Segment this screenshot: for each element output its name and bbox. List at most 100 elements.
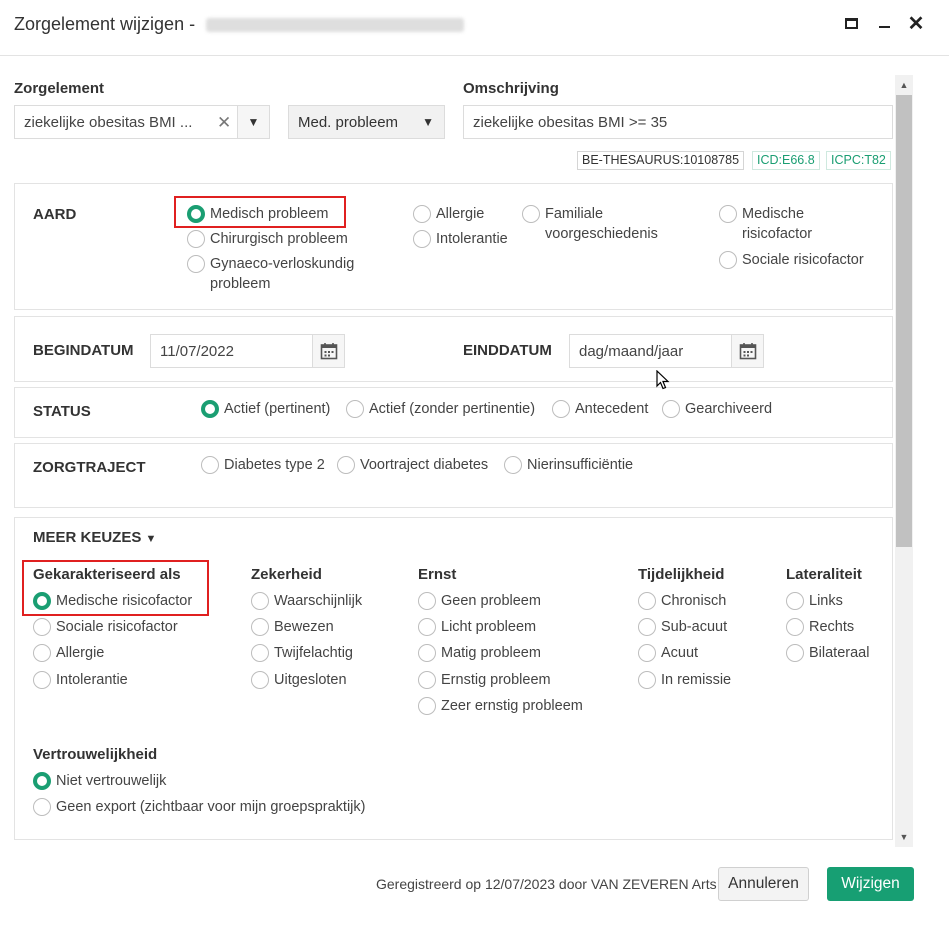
calendar-icon[interactable] <box>731 335 763 367</box>
radio-dot <box>786 592 804 610</box>
close-icon[interactable]: ✕ <box>906 14 926 34</box>
begindatum-value: 11/07/2022 <box>160 343 234 360</box>
zekerheid-title: Zekerheid <box>251 566 322 583</box>
radio-label: Acuut <box>661 645 699 661</box>
tijdelijkheid-title: Tijdelijkheid <box>638 566 725 583</box>
radio-waarschijnlijk[interactable]: Waarschijnlijk <box>251 591 362 611</box>
radio-kar-sociale-risicofactor[interactable]: Sociale risicofactor <box>33 617 178 637</box>
radio-ernstig-probleem[interactable]: Ernstig probleem <box>418 670 551 690</box>
radio-dot <box>504 456 522 474</box>
radio-bilateraal[interactable]: Bilateraal <box>786 643 869 663</box>
scroll-up-arrow-icon[interactable]: ▲ <box>895 77 913 93</box>
zorgelement-combobox[interactable]: ziekelijke obesitas BMI ... ✕ ▼ <box>14 105 270 139</box>
radio-label: Actief (pertinent) <box>224 401 331 417</box>
radio-matig-probleem[interactable]: Matig probleem <box>418 643 541 663</box>
radio-label: Antecedent <box>575 401 649 417</box>
radio-gynaeco-verloskundig[interactable]: Gynaeco-verloskundig probleem <box>187 254 367 294</box>
radio-actief-pertinent[interactable]: Actief (pertinent) <box>201 399 330 419</box>
submit-button[interactable]: Wijzigen <box>827 867 914 901</box>
radio-label: Gynaeco-verloskundig probleem <box>210 256 355 292</box>
radio-zeer-ernstig-probleem[interactable]: Zeer ernstig probleem <box>418 696 583 716</box>
radio-chronisch[interactable]: Chronisch <box>638 591 726 611</box>
radio-antecedent[interactable]: Antecedent <box>552 399 648 419</box>
highlight-box-medisch-probleem <box>174 196 346 228</box>
einddatum-placeholder: dag/maand/jaar <box>579 343 684 360</box>
redacted-patient-name <box>206 18 465 33</box>
scroll-down-arrow-icon[interactable]: ▼ <box>895 829 913 845</box>
begindatum-input[interactable]: 11/07/2022 <box>150 334 345 368</box>
radio-label: Allergie <box>436 206 485 222</box>
scrollbar-thumb[interactable] <box>896 95 912 547</box>
radio-dot <box>33 618 51 636</box>
radio-dot <box>418 697 436 715</box>
code-tag-icpc: ICPC:T82 <box>826 151 891 170</box>
maximize-icon[interactable] <box>841 14 861 34</box>
radio-label: Sociale risicofactor <box>742 252 864 268</box>
radio-geen-probleem[interactable]: Geen probleem <box>418 591 541 611</box>
radio-geen-export[interactable]: Geen export (zichtbaar voor mijn groepsp… <box>33 797 365 817</box>
zorgelement-value: ziekelijke obesitas BMI ... <box>24 114 193 131</box>
omschrijving-value: ziekelijke obesitas BMI >= 35 <box>473 114 668 131</box>
calendar-icon[interactable] <box>312 335 344 367</box>
radio-niet-vertrouwelijk[interactable]: Niet vertrouwelijk <box>33 771 166 791</box>
zorgelement-type-select[interactable]: Med. probleem ▼ <box>288 105 445 139</box>
einddatum-input[interactable]: dag/maand/jaar <box>569 334 764 368</box>
radio-dot <box>786 644 804 662</box>
radio-label: Geen probleem <box>441 593 541 609</box>
radio-intolerantie[interactable]: Intolerantie <box>413 229 508 249</box>
radio-label: Sub-acuut <box>661 619 728 635</box>
radio-label: Links <box>809 593 843 609</box>
scrollbar[interactable]: ▲ ▼ <box>895 75 913 847</box>
radio-chirurgisch-probleem[interactable]: Chirurgisch probleem <box>187 229 348 249</box>
radio-allergie[interactable]: Allergie <box>413 204 484 224</box>
omschrijving-input[interactable]: ziekelijke obesitas BMI >= 35 <box>463 105 893 139</box>
radio-links[interactable]: Links <box>786 591 843 611</box>
chevron-down-icon[interactable]: ▼ <box>237 106 269 138</box>
radio-label: In remissie <box>661 672 732 688</box>
dialog-title-text: Zorgelement wijzigen - <box>14 14 201 34</box>
radio-gearchiveerd[interactable]: Gearchiveerd <box>662 399 772 419</box>
radio-acuut[interactable]: Acuut <box>638 643 698 663</box>
radio-actief-zonder-pertinentie[interactable]: Actief (zonder pertinentie) <box>346 399 535 419</box>
radio-label: Waarschijnlijk <box>274 593 363 609</box>
radio-nierinsufficientie[interactable]: Nierinsufficiëntie <box>504 455 633 475</box>
registration-info: Geregistreerd op 12/07/2023 door VAN ZEV… <box>376 876 717 892</box>
zorgelement-label: Zorgelement <box>14 80 105 97</box>
radio-familiale-voorgeschiedenis[interactable]: Familiale voorgeschiedenis <box>522 204 672 244</box>
radio-uitgesloten[interactable]: Uitgesloten <box>251 670 347 690</box>
meer-keuzes-toggle[interactable]: MEER KEUZES ▼ <box>33 529 156 546</box>
mouse-pointer-icon <box>656 370 670 390</box>
radio-twijfelachtig[interactable]: Twijfelachtig <box>251 643 353 663</box>
radio-sub-acuut[interactable]: Sub-acuut <box>638 617 727 637</box>
radio-rechts[interactable]: Rechts <box>786 617 854 637</box>
radio-label: Voortraject diabetes <box>360 457 489 473</box>
highlight-box-gekarakteriseerd <box>22 560 209 616</box>
radio-dot <box>251 592 269 610</box>
cancel-button[interactable]: Annuleren <box>718 867 809 901</box>
status-panel: STATUS Actief (pertinent) Actief (zonder… <box>14 387 893 438</box>
radio-diabetes-type-2[interactable]: Diabetes type 2 <box>201 455 325 475</box>
radio-bewezen[interactable]: Bewezen <box>251 617 334 637</box>
radio-kar-intolerantie[interactable]: Intolerantie <box>33 670 128 690</box>
radio-label: Bewezen <box>274 619 334 635</box>
radio-licht-probleem[interactable]: Licht probleem <box>418 617 536 637</box>
radio-label: Gearchiveerd <box>685 401 773 417</box>
minimize-icon[interactable] <box>874 14 894 34</box>
radio-medische-risicofactor[interactable]: Medische risicofactor <box>719 204 839 244</box>
status-title: STATUS <box>33 403 91 420</box>
radio-label: Chirurgisch probleem <box>210 231 348 247</box>
radio-voortraject-diabetes[interactable]: Voortraject diabetes <box>337 455 488 475</box>
radio-kar-allergie[interactable]: Allergie <box>33 643 104 663</box>
clear-icon[interactable]: ✕ <box>217 113 231 133</box>
zorgtraject-title: ZORGTRAJECT <box>33 459 146 476</box>
radio-label: Ernstig probleem <box>441 672 551 688</box>
radio-sociale-risicofactor[interactable]: Sociale risicofactor <box>719 250 864 270</box>
title-bar: Zorgelement wijzigen - ✕ <box>0 0 949 56</box>
radio-label: Medische risicofactor <box>742 206 813 242</box>
radio-dot <box>337 456 355 474</box>
lateraliteit-title: Lateraliteit <box>786 566 862 583</box>
aard-panel: AARD Medisch probleem Chirurgisch proble… <box>14 183 893 310</box>
radio-dot <box>719 251 737 269</box>
radio-in-remissie[interactable]: In remissie <box>638 670 731 690</box>
radio-label: Matig probleem <box>441 645 541 661</box>
